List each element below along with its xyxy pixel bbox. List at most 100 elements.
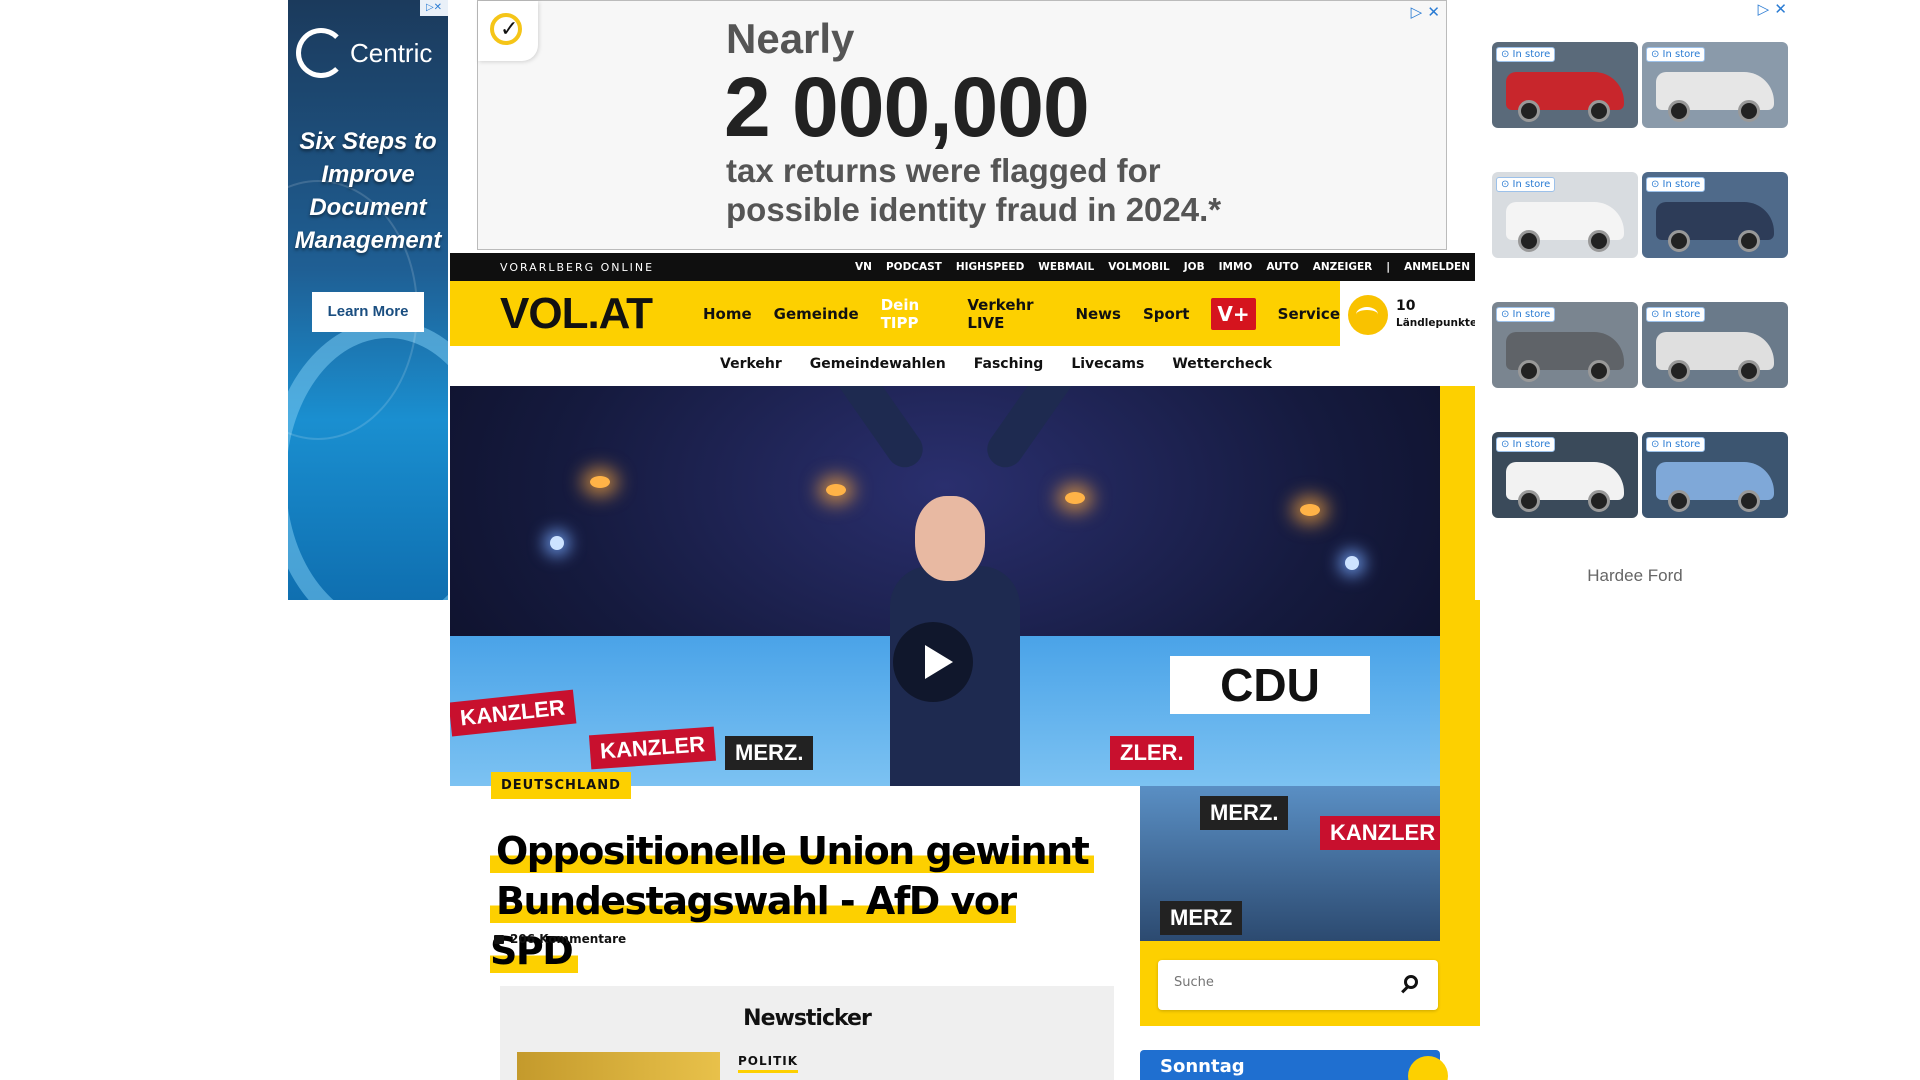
truck-listing[interactable]: ⊙ In store <box>1492 432 1638 518</box>
wheel <box>1668 490 1690 512</box>
sign-merz: MERZ. <box>1200 796 1289 830</box>
truck-listing[interactable]: ⊙ In store <box>1642 172 1788 258</box>
truck-listing[interactable]: ⊙ In store <box>1642 432 1788 518</box>
comments-link[interactable]: 206 Kommentare <box>494 932 626 946</box>
wheel <box>1518 230 1540 252</box>
in-store-badge: ⊙ In store <box>1646 437 1706 452</box>
newsticker-category[interactable]: POLITIK <box>738 1054 799 1073</box>
comment-icon <box>494 934 504 944</box>
wheel <box>1518 490 1540 512</box>
main-nav: Home Gemeinde Dein TIPP Verkehr LIVE New… <box>703 281 1340 346</box>
nav-gemeinde[interactable]: Gemeinde <box>774 305 859 323</box>
article-headline[interactable]: Oppositionelle Union gewinnt Bundestagsw… <box>490 826 1110 976</box>
stage-light <box>590 476 610 488</box>
newsticker-title: Newsticker <box>743 1006 872 1031</box>
points-value: 10 <box>1396 298 1416 314</box>
top-nav-strip: VORARLBERG ONLINE VN PODCAST HIGHSPEED W… <box>450 253 1480 281</box>
wheel <box>1738 490 1760 512</box>
laendlepunkte-widget[interactable]: 10 Ländlepunkte <box>1340 281 1480 346</box>
in-store-badge: ⊙ In store <box>1496 177 1556 192</box>
search-box <box>1158 960 1438 1010</box>
left-skyscraper-ad[interactable]: ▷✕ Centric Six Steps to Improve Document… <box>288 0 448 600</box>
top-link-vn[interactable]: VN <box>855 261 872 273</box>
right-ad[interactable]: ▷ ✕ ⊙ In store ⊙ In store ⊙ In store ⊙ In s… <box>1475 0 1795 600</box>
centric-ring-icon <box>296 28 346 78</box>
top-link-auto[interactable]: AUTO <box>1266 261 1298 273</box>
login-link[interactable]: ANMELDEN <box>1404 261 1470 273</box>
subnav-fasching[interactable]: Fasching <box>974 356 1044 372</box>
search-input[interactable] <box>1174 975 1374 990</box>
subnav-livecams[interactable]: Livecams <box>1071 356 1144 372</box>
advertiser-name[interactable]: Hardee Ford <box>1475 566 1795 586</box>
top-link-highspeed[interactable]: HIGHSPEED <box>956 261 1024 273</box>
top-link-podcast[interactable]: PODCAST <box>886 261 942 273</box>
site-tagline: VORARLBERG ONLINE <box>500 261 655 274</box>
hero-image-continued: MERZ. KANZLER MERZ <box>1140 786 1440 941</box>
weather-day: Sonntag <box>1160 1056 1245 1077</box>
wheel <box>1738 360 1760 382</box>
check-mark: ✓ <box>500 17 519 42</box>
subnav-gemeindewahlen[interactable]: Gemeindewahlen <box>810 356 946 372</box>
sub-nav: Verkehr Gemeindewahlen Fasching Livecams… <box>720 356 1272 372</box>
top-link-job[interactable]: JOB <box>1184 261 1205 273</box>
sign-merz: MERZ <box>1160 901 1243 935</box>
truck-listing[interactable]: ⊙ In store <box>1492 172 1638 258</box>
arm <box>980 386 1148 475</box>
adchoices-close-icon[interactable]: ▷ ✕ <box>1411 3 1440 21</box>
headline-line-2: Bundestagswahl - AfD vor SPD <box>490 879 1017 973</box>
play-icon[interactable] <box>893 622 973 702</box>
subnav-wettercheck[interactable]: Wettercheck <box>1172 356 1272 372</box>
hero-image[interactable]: KANZLER KANZLER MERZ. ZLER. CDU <box>450 386 1440 786</box>
nav-sport[interactable]: Sport <box>1143 305 1189 323</box>
nav-verkehr-live[interactable]: Verkehr LIVE <box>967 296 1053 332</box>
search-icon[interactable] <box>1404 975 1418 989</box>
truck-listing[interactable]: ⊙ In store <box>1642 302 1788 388</box>
stage-light-blue <box>550 536 564 550</box>
subnav-verkehr[interactable]: Verkehr <box>720 356 782 372</box>
points-label: Ländlepunkte <box>1396 317 1478 329</box>
truck-listing[interactable]: ⊙ In store <box>1492 302 1638 388</box>
sun-icon <box>1408 1056 1448 1080</box>
site-logo[interactable]: VOL.AT <box>500 289 653 339</box>
wheel <box>1738 100 1760 122</box>
in-store-badge: ⊙ In store <box>1646 47 1706 62</box>
politician-figure <box>762 386 1148 786</box>
top-banner-ad[interactable]: ✓ ▷ ✕ Nearly 2 000,000 tax returns were … <box>477 0 1447 250</box>
wheel <box>1668 230 1690 252</box>
wheel <box>1738 230 1760 252</box>
top-link-webmail[interactable]: WEBMAIL <box>1038 261 1094 273</box>
top-link-volmobil[interactable]: VOLMOBIL <box>1108 261 1170 273</box>
adchoices-icon[interactable]: ▷✕ <box>420 0 448 16</box>
nav-home[interactable]: Home <box>703 305 752 323</box>
ad-line-1: Nearly <box>726 15 855 62</box>
newsticker-thumbnail[interactable] <box>517 1052 720 1080</box>
comments-count: 206 Kommentare <box>510 932 627 946</box>
cdu-sign: CDU <box>1170 656 1370 714</box>
headline-line-1: Oppositionelle Union gewinnt <box>490 829 1095 873</box>
top-link-anzeiger[interactable]: ANZEIGER <box>1313 261 1372 273</box>
truck-listing[interactable]: ⊙ In store <box>1492 42 1638 128</box>
ad-headline: Six Steps to Improve Document Management <box>294 128 442 254</box>
vplus-button[interactable]: V+ <box>1211 297 1256 330</box>
wheel <box>1588 230 1610 252</box>
stage-light-blue <box>1345 556 1359 570</box>
wheel <box>1588 100 1610 122</box>
nav-news[interactable]: News <box>1075 305 1121 323</box>
weather-widget[interactable]: Sonntag <box>1140 1050 1448 1080</box>
top-link-immo[interactable]: IMMO <box>1219 261 1253 273</box>
nav-dein-tipp[interactable]: Dein TIPP <box>881 296 946 332</box>
learn-more-button[interactable]: Learn More <box>312 292 424 332</box>
category-tag[interactable]: DEUTSCHLAND <box>491 772 631 799</box>
adchoices-close-icon[interactable]: ▷ ✕ <box>1758 0 1787 18</box>
in-store-badge: ⊙ In store <box>1496 437 1556 452</box>
stage-light <box>1300 504 1320 516</box>
laendle-sun-icon <box>1348 295 1388 335</box>
ad-line-3: tax returns were flagged for possible id… <box>726 152 1222 228</box>
nav-service[interactable]: Service <box>1278 305 1340 323</box>
in-store-badge: ⊙ In store <box>1646 177 1706 192</box>
wheel <box>1518 100 1540 122</box>
centric-brand: Centric <box>350 37 433 68</box>
sign-merz: MERZ. <box>725 736 814 770</box>
head <box>915 496 985 581</box>
truck-listing[interactable]: ⊙ In store <box>1642 42 1788 128</box>
